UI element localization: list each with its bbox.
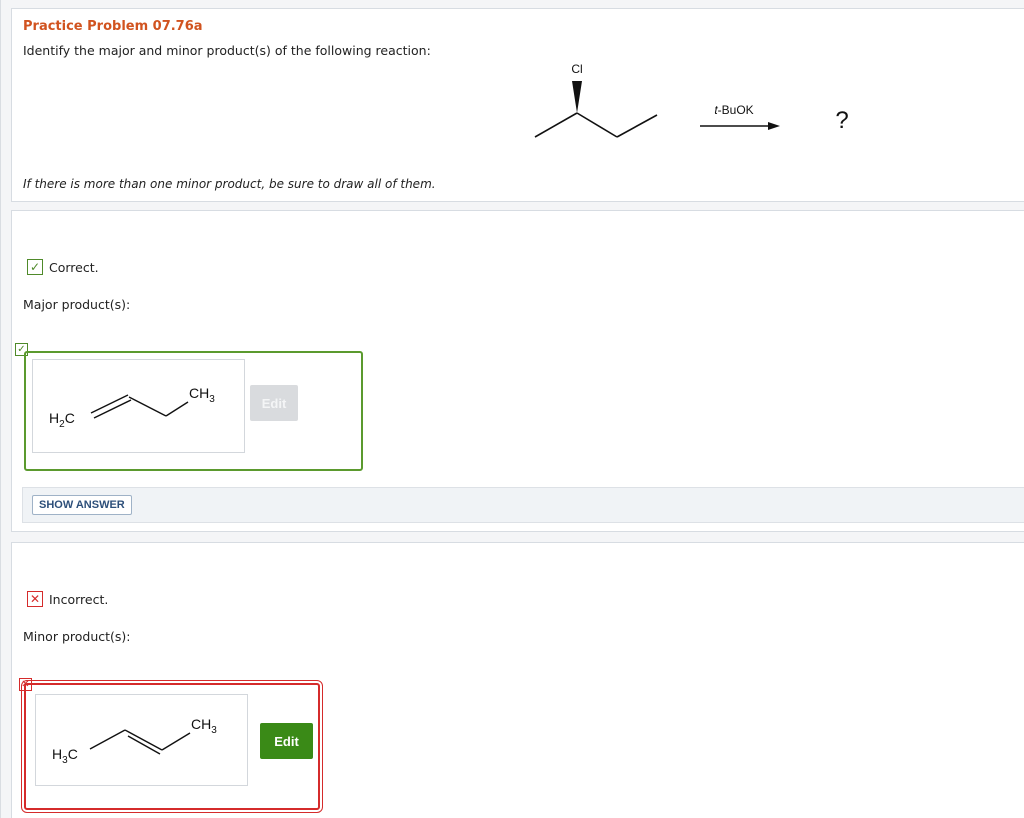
minor-status-text: Incorrect. bbox=[49, 591, 109, 607]
reactant-bond-1 bbox=[534, 112, 578, 138]
major-status-text: Correct. bbox=[49, 259, 99, 275]
reactant-bond-3 bbox=[616, 114, 658, 138]
major-single-bond-2 bbox=[165, 401, 189, 417]
check-icon: ✓ bbox=[27, 259, 43, 275]
minor-product-panel: ✕ Incorrect. Minor product(s): ✕ H3C CH3… bbox=[11, 542, 1024, 818]
minor-label: Minor product(s): bbox=[23, 629, 131, 644]
minor-single-bond-1 bbox=[89, 729, 126, 750]
wedge-bond bbox=[572, 81, 582, 113]
reactant-structure: Cl bbox=[534, 62, 658, 138]
reagent-label: t-BuOK bbox=[714, 103, 753, 117]
major-edit-button[interactable]: Edit bbox=[250, 385, 298, 421]
major-product-panel: ✓ Correct. Major product(s): ✓ H2C CH3 E… bbox=[11, 210, 1024, 532]
minor-double-bond-a bbox=[124, 729, 163, 751]
question-panel: Practice Problem 07.76a Identify the maj… bbox=[11, 8, 1024, 202]
reactant-bond-2 bbox=[576, 112, 618, 138]
x-icon: ✕ bbox=[27, 591, 43, 607]
major-structure: H2C CH3 bbox=[49, 385, 215, 430]
show-answer-strip: SHOW ANSWER bbox=[22, 487, 1024, 523]
reaction-arrow-head bbox=[768, 122, 780, 130]
minor-double-bond-b bbox=[127, 735, 161, 755]
minor-answer-frame: H3C CH3 Edit bbox=[21, 680, 323, 813]
major-right-group: CH3 bbox=[189, 385, 215, 405]
major-left-group: H2C bbox=[49, 410, 75, 430]
show-answer-button[interactable]: SHOW ANSWER bbox=[32, 495, 132, 515]
minor-status: ✕ Incorrect. bbox=[27, 591, 108, 607]
minor-left-group: H3C bbox=[52, 746, 78, 766]
major-single-bond-1 bbox=[128, 396, 167, 417]
minor-structure-box[interactable]: H3C CH3 bbox=[35, 694, 248, 786]
unknown-product: ? bbox=[835, 107, 848, 134]
major-answer-frame: H2C CH3 Edit bbox=[24, 351, 363, 471]
minor-edit-button[interactable]: Edit bbox=[260, 723, 313, 759]
minor-right-group: CH3 bbox=[191, 716, 217, 736]
major-label: Major product(s): bbox=[23, 297, 131, 312]
minor-single-bond-2 bbox=[161, 732, 191, 751]
minor-structure: H3C CH3 bbox=[52, 716, 217, 766]
problem-note: If there is more than one minor product,… bbox=[23, 177, 436, 191]
major-structure-box[interactable]: H2C CH3 bbox=[32, 359, 245, 453]
reaction-scheme: Cl t-BuOK ? bbox=[534, 62, 849, 138]
reagent-rest: -BuOK bbox=[718, 103, 754, 117]
chlorine-label: Cl bbox=[571, 62, 582, 76]
page: Practice Problem 07.76a Identify the maj… bbox=[0, 0, 1024, 818]
major-status: ✓ Correct. bbox=[27, 259, 99, 275]
